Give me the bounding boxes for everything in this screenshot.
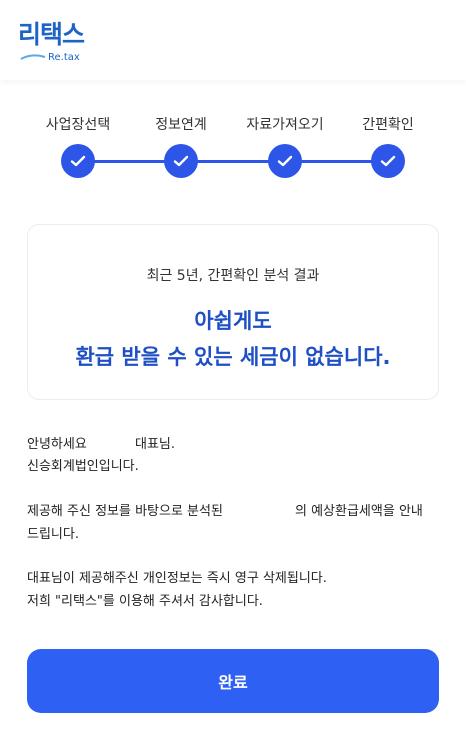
step-3-complete xyxy=(268,144,302,178)
stepper-track xyxy=(78,160,388,163)
check-icon xyxy=(277,155,293,167)
app-header: 리택스 Re.tax xyxy=(0,0,466,80)
progress-stepper: 사업장선택 정보연계 자료가져오기 간편확인 xyxy=(0,108,466,188)
check-icon xyxy=(173,155,189,167)
result-subtitle: 최근 5년, 간편확인 분석 결과 xyxy=(146,268,320,284)
step-label-business: 사업장선택 xyxy=(45,117,111,133)
greeting-ceo: 대표님. xyxy=(135,437,176,452)
step-label-fetch: 자료가져오기 xyxy=(246,117,324,133)
logo-text: 리택스 xyxy=(18,20,85,49)
step-label-link: 정보연계 xyxy=(155,117,207,133)
analysis-text-3: 드립니다. xyxy=(27,527,79,542)
analysis-text-2: 의 예상환급세액을 안내 xyxy=(295,504,423,519)
thanks-text: 저희 "리택스"를 이용해 주셔서 감사합니다. xyxy=(27,594,263,609)
logo-subtitle: Re.tax xyxy=(48,52,80,63)
check-icon xyxy=(380,155,396,167)
analysis-text-1: 제공해 주신 정보를 바탕으로 분석된 xyxy=(27,504,223,519)
step-1-complete xyxy=(61,144,95,178)
result-card: 최근 5년, 간편확인 분석 결과 아쉽게도 환급 받을 수 있는 세금이 없습… xyxy=(27,224,439,400)
firm-intro: 신승회계법인입니다. xyxy=(27,459,139,474)
greeting-text: 안녕하세요 xyxy=(27,437,87,452)
logo-swoosh-icon xyxy=(20,54,46,60)
step-label-confirm: 간편확인 xyxy=(362,117,414,133)
step-2-complete xyxy=(164,144,198,178)
result-title-line2: 환급 받을 수 있는 세금이 없습니다. xyxy=(75,345,391,369)
result-title-line1: 아쉽게도 xyxy=(194,309,272,333)
check-icon xyxy=(70,155,86,167)
step-4-complete xyxy=(371,144,405,178)
retax-logo[interactable]: 리택스 Re.tax xyxy=(18,20,108,66)
done-button[interactable]: 완료 xyxy=(27,649,439,713)
privacy-notice: 대표님이 제공해주신 개인정보는 즉시 영구 삭제됩니다. xyxy=(27,571,327,586)
